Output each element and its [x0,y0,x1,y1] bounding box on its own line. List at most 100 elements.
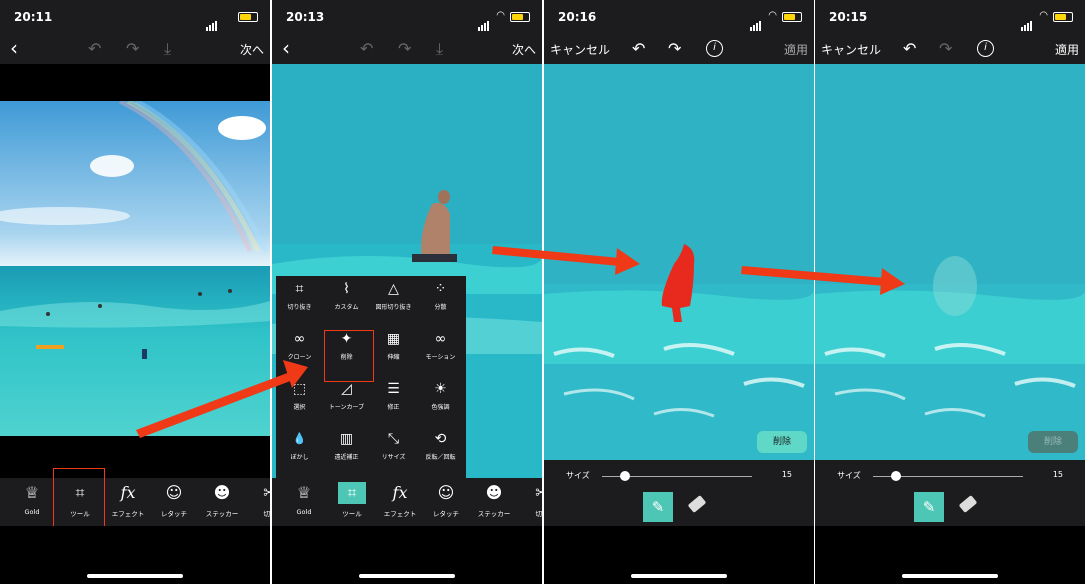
drop-icon: 💧 [292,432,307,445]
size-slider-thumb[interactable] [891,471,901,481]
rotate-icon: ⟲ [434,431,447,447]
status-bar: 20:16 ◠ [544,0,814,36]
beach-photo [0,101,270,436]
toolbar-sticker[interactable]: ☻ ステッカー [200,482,244,518]
sun-icon: ☀ [434,381,447,397]
disperse-icon: ⁘ [434,281,447,297]
size-slider-thumb[interactable] [620,471,630,481]
info-icon[interactable]: i [706,40,723,57]
tool-stretch[interactable]: ▦ 伸縮 [370,326,417,375]
motion-icon: ∞ [434,331,447,347]
crown-icon: ♕ [24,483,40,502]
eraser-icon[interactable] [958,495,978,513]
home-indicator-area [815,526,1085,584]
status-time: 20:13 [286,10,325,24]
toolbar-gold[interactable]: ♕ Gold [282,482,326,516]
tool-adjust[interactable]: ☰ 修正 [370,376,417,425]
tool-motion[interactable]: ∞ モーション [417,326,464,375]
toolbar-label: エフェクト [383,510,417,518]
retouch-icon: ☺ [437,483,455,502]
signal-icon [206,12,218,31]
battery-icon [238,12,258,22]
tool-tone-curve[interactable]: ◿ トーンカーブ [323,376,370,425]
home-indicator-area [0,526,270,584]
back-button[interactable]: ‹ [10,36,18,60]
toolbar-retouch[interactable]: ☺ レタッチ [424,482,468,518]
redo-icon[interactable]: ↷ [398,39,411,58]
status-bar: 20:15 ◠ [815,0,1085,36]
delete-button[interactable]: 削除 [757,431,807,453]
redo-icon[interactable]: ↷ [939,39,952,58]
crown-icon: ♕ [296,483,312,502]
toolbar-cutout[interactable]: ✂ 切り [248,482,270,518]
bottom-toolbar: ♕Gold ⌗ツール fxエフェクト ☺レタッチ ☻ステッカー ✂切り [0,478,270,526]
status-time: 20:15 [829,10,868,24]
tool-label: リサイズ [381,454,406,461]
tool-label: カスタム [334,304,359,311]
toolbar-label: エフェクト [111,510,145,518]
next-button[interactable]: 次へ [512,41,536,58]
tool-clone[interactable]: ∞ クローン [276,326,323,375]
status-time: 20:11 [14,10,53,24]
size-slider-row: サイズ 15 [815,460,1085,492]
size-slider-row: サイズ 15 [544,460,814,492]
toolbar-tools[interactable]: ⌗ ツール [330,482,374,518]
tool-blur[interactable]: 💧 ぼかし [276,426,323,475]
wifi-icon: ◠ [1039,10,1048,21]
redo-icon[interactable]: ↷ [126,39,139,58]
edit-canvas[interactable] [544,64,814,460]
wifi-icon: ◠ [496,10,505,21]
status-time: 20:16 [558,10,597,24]
tool-resize[interactable]: ⤡ リサイズ [370,426,417,475]
apply-button[interactable]: 適用 [1055,41,1079,58]
toolbar-gold[interactable]: ♕ Gold [10,482,54,516]
tool-shape-crop[interactable]: △ 図形切り抜き [370,276,417,325]
tool-label: 分散 [434,304,447,311]
info-icon[interactable]: i [977,40,994,57]
tool-select[interactable]: ⬚ 選択 [276,376,323,425]
perspective-icon: ▥ [339,431,354,447]
tool-disperse[interactable]: ⁘ 分散 [417,276,464,325]
size-label: サイズ [566,471,590,480]
home-indicator [359,574,455,578]
tool-crop[interactable]: ⌗ 切り抜き [276,276,323,325]
battery-icon [1053,12,1073,22]
apply-button[interactable]: 適用 [784,41,808,58]
status-bar: 20:11 [0,0,270,36]
toolbar-cutout[interactable]: ✂ 切り [520,482,542,518]
undo-icon[interactable]: ↶ [632,39,645,58]
tool-label: クローン [287,354,312,361]
download-icon[interactable]: ⤓ [164,39,171,59]
toolbar-label: 切り [535,510,543,518]
tool-flip-rotate[interactable]: ⟲ 反転／回転 [417,426,464,475]
edit-canvas[interactable] [815,64,1085,460]
tool-custom[interactable]: ⌇ カスタム [323,276,370,325]
signal-icon [478,12,490,31]
delete-button[interactable]: 削除 [1028,431,1078,453]
brush-icon[interactable]: ✎ [643,492,673,522]
brush-icon[interactable]: ✎ [914,492,944,522]
toolbar-effect[interactable]: fx エフェクト [378,482,422,518]
tool-label: モーション [425,354,456,361]
next-button[interactable]: 次へ [240,41,264,58]
triangle-icon: △ [388,281,399,297]
status-bar: 20:13 ◠ [272,0,542,36]
eraser-icon[interactable] [687,495,707,513]
toolbar-retouch[interactable]: ☺ レタッチ [152,482,196,518]
cancel-button[interactable]: キャンセル [550,41,610,58]
undo-icon[interactable]: ↶ [360,39,373,58]
back-button[interactable]: ‹ [282,36,290,60]
tool-perspective[interactable]: ▥ 遠近補正 [323,426,370,475]
toolbar-effect[interactable]: fx エフェクト [106,482,150,518]
undo-icon[interactable]: ↶ [88,39,101,58]
download-icon[interactable]: ⤓ [436,39,443,59]
redo-icon[interactable]: ↷ [668,39,681,58]
tool-enhance[interactable]: ☀ 色強調 [417,376,464,425]
toolbar-sticker[interactable]: ☻ ステッカー [472,482,516,518]
fx-icon: fx [392,483,408,502]
signal-icon [1021,12,1033,31]
crop-icon: ⌗ [295,281,304,297]
undo-icon[interactable]: ↶ [903,39,916,58]
cancel-button[interactable]: キャンセル [821,41,881,58]
screen-1: 20:11 ‹ ↶ ↷ ⤓ 次へ ♕ Gold ⌗ ツール fx エフェクト ☺ レタッ… [0,0,270,584]
